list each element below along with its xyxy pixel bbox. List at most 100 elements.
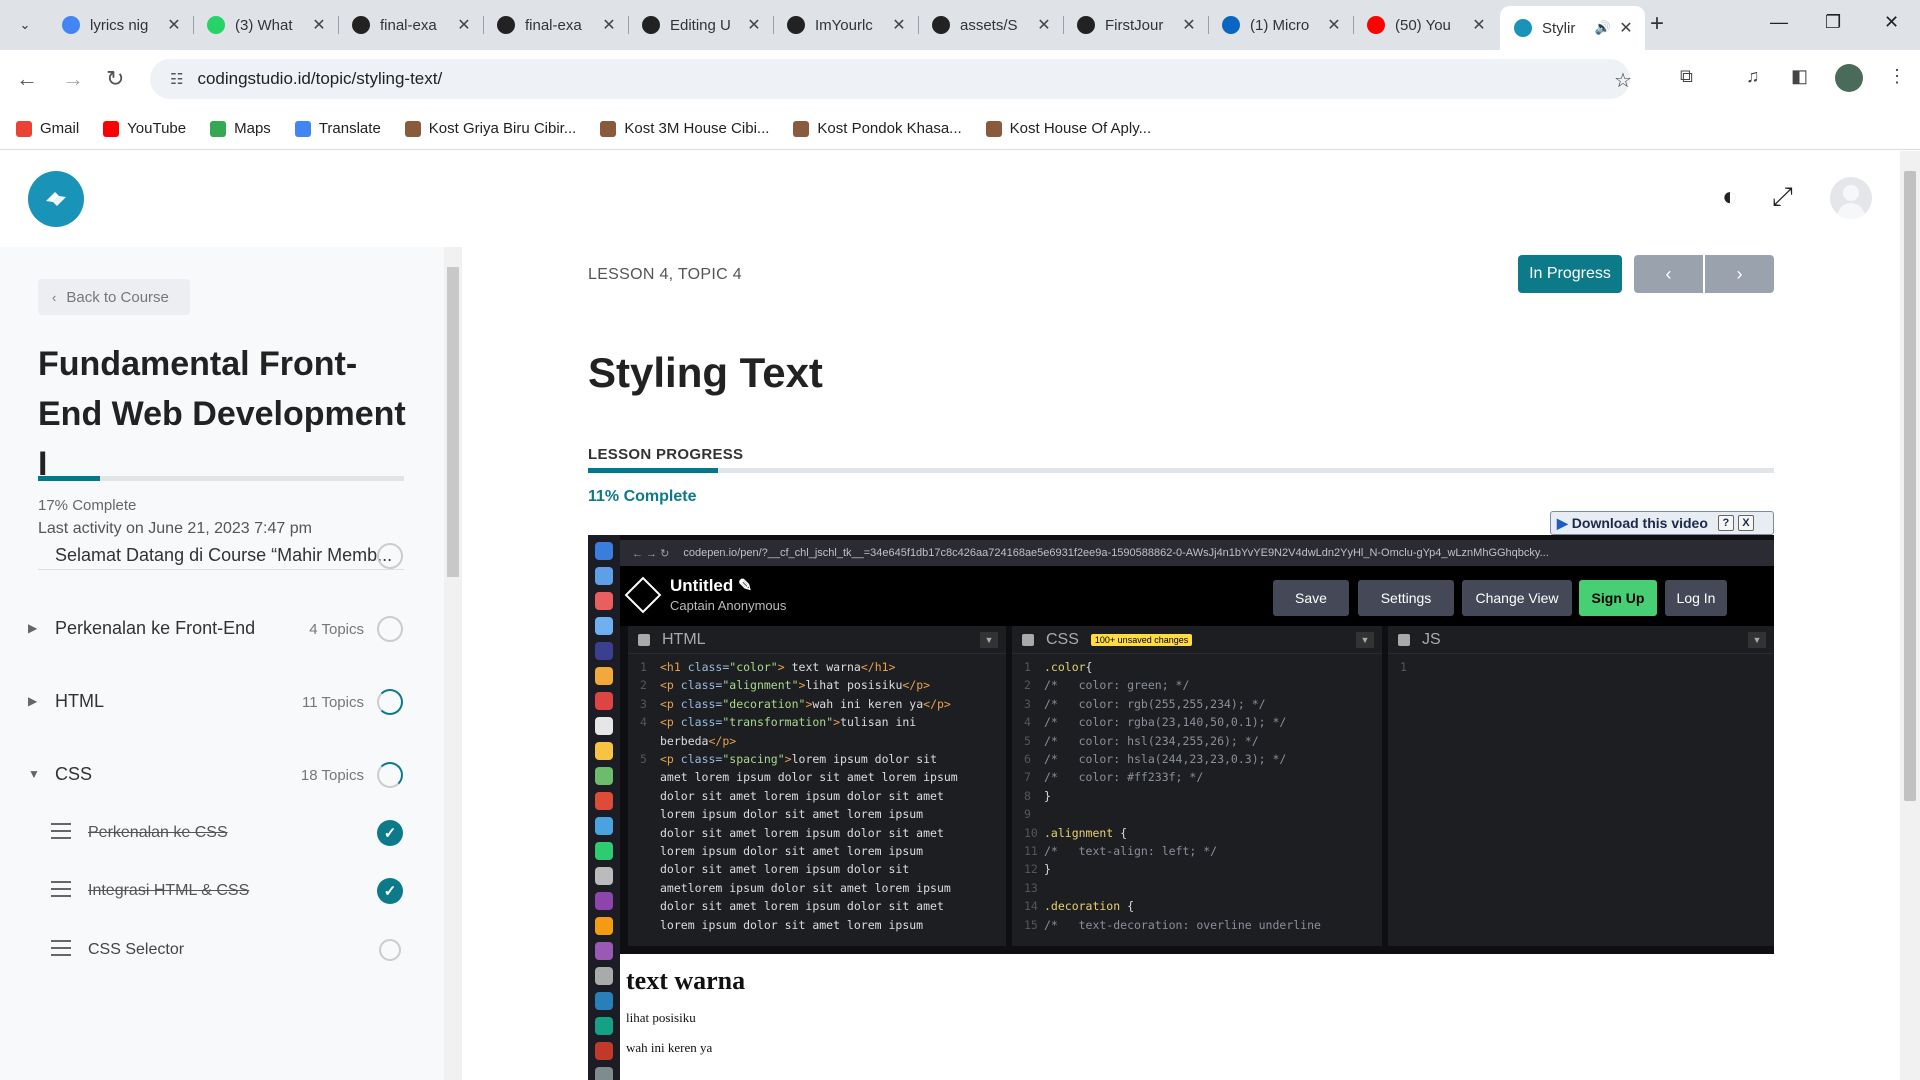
browser-tab[interactable]: ImYourlc ✕ [773,8,919,42]
menu-kebab-icon[interactable]: ⋮ [1888,66,1906,87]
browser-tab[interactable]: assets/S ✕ [918,8,1064,42]
dock-app-icon [595,817,613,835]
lesson-name: HTML [55,691,104,711]
lesson-item[interactable]: ▶ Perkenalan ke Front-End 4 Topics [0,599,440,659]
course-progress-bar [38,476,404,481]
tab-title: ImYourlc [815,16,873,34]
course-progress-fill [38,476,101,481]
breadcrumb: LESSON 4, TOPIC 4 [588,266,742,283]
bookmark-item[interactable]: Gmail [16,120,79,137]
close-tab-icon[interactable]: ✕ [1035,15,1053,35]
close-tab-icon[interactable]: ✕ [745,15,763,35]
caret-right-icon[interactable]: ▶ [28,621,37,635]
browser-tab[interactable]: (1) Micro ✕ [1208,8,1354,42]
dock-app-icon [595,967,613,985]
bookmark-label: Gmail [40,120,80,137]
help-icon[interactable]: ? [1717,515,1734,531]
in-progress-button[interactable]: In Progress [1518,255,1622,293]
caret-right-icon[interactable]: ▶ [28,694,37,708]
gear-icon [638,633,650,646]
extensions-icon[interactable]: ⧉ [1680,66,1693,87]
download-video-bar[interactable]: ▶ Download this video ? X [1550,511,1774,535]
restore-window-icon[interactable]: ❐ [1825,12,1841,33]
new-tab-button[interactable]: + [1650,12,1664,36]
bookmark-item[interactable]: Translate [294,120,381,137]
profile-avatar[interactable] [1835,64,1863,92]
topic-item[interactable]: CSS Selector [0,922,440,980]
codingstudio-logo[interactable] [28,171,84,227]
sidebar-scrollbar[interactable] [444,247,462,1080]
tab-title: lyrics nig [90,16,149,34]
js-pane-label: JS [1422,630,1441,648]
next-topic-button[interactable]: › [1705,255,1774,293]
whatsapp-icon [207,16,225,34]
topic-item[interactable]: Perkenalan ke CSS ✓ [0,805,440,863]
css-pane-label: CSS [1046,630,1079,648]
bookmark-item[interactable]: Kost 3M House Cibi... [600,120,769,137]
bookmark-item[interactable]: Maps [210,120,271,137]
minimize-window-icon[interactable]: — [1770,12,1788,33]
browser-tab[interactable]: (3) What ✕ [193,8,339,42]
close-tab-icon[interactable]: ✕ [1180,15,1198,35]
browser-tab[interactable]: final-exa ✕ [338,8,484,42]
browser-tab[interactable]: final-exa ✕ [483,8,629,42]
site-info-icon[interactable]: ☷ [170,70,183,88]
dark-mode-toggle-icon[interactable]: ◐ [1722,181,1738,212]
dock-app-icon [595,892,613,910]
address-bar[interactable]: ☷ codingstudio.id/topic/styling-text/ [150,59,1630,99]
browser-tab[interactable]: lyrics nig ✕ [48,8,194,42]
page-title: Styling Text [588,349,823,396]
browser-tab[interactable]: (50) You ✕ [1353,8,1498,42]
close-tab-icon[interactable]: ✕ [455,15,473,35]
close-tab-icon[interactable]: ✕ [1325,15,1343,35]
bookmark-star-icon[interactable]: ☆ [1614,68,1632,93]
reload-icon[interactable]: ↻ [106,66,124,92]
close-tab-icon[interactable]: ✕ [890,15,908,35]
dock-app-icon [595,767,613,785]
lesson-item[interactable]: Selamat Datang di Course “Mahir Memb... [0,526,440,586]
tab-title: (50) You [1395,16,1451,34]
youtube-icon [1367,16,1385,34]
forward-arrow-icon[interactable]: → [62,66,84,92]
page-scrollbar[interactable] [1900,151,1920,1080]
tab-search-button[interactable]: ⌄ [10,10,40,40]
user-avatar[interactable] [1830,177,1872,219]
bookmark-item[interactable]: Kost Pondok Khasa... [793,120,962,137]
codepen-author: Captain Anonymous [670,598,787,613]
youtube-icon [103,120,120,137]
close-window-icon[interactable]: ✕ [1884,12,1899,33]
chevron-down-icon: ▼ [1356,631,1374,648]
media-control-icon[interactable]: ♫ [1746,66,1760,87]
caret-down-icon[interactable]: ▼ [28,767,40,781]
close-tab-icon[interactable]: ✕ [310,15,328,35]
bookmark-item[interactable]: YouTube [103,120,186,137]
github-icon [787,16,805,34]
close-tab-icon[interactable]: ✕ [165,15,183,35]
close-tab-icon[interactable]: ✕ [1617,18,1635,38]
lesson-item[interactable]: ▼ CSS 18 Topics [0,745,440,805]
back-to-course-button[interactable]: ‹ Back to Course [38,279,190,315]
topic-status-circle [379,939,401,961]
browser-tab[interactable]: FirstJour ✕ [1063,8,1209,42]
bookmark-label: Maps [234,120,271,137]
back-arrow-icon[interactable]: ← [16,66,38,92]
result-heading: text warna [626,966,746,995]
close-tab-icon[interactable]: ✕ [600,15,618,35]
fullscreen-expand-icon[interactable]: ⤢ [1772,181,1793,213]
topic-item[interactable]: Integrasi HTML & CSS ✓ [0,863,440,921]
lesson-item[interactable]: ▶ HTML 11 Topics [0,672,440,732]
codepen-result-preview: text warna lihat posisiku wah ini keren … [620,954,1774,1080]
browser-tab[interactable]: Editing U ✕ [628,8,774,42]
browser-tab[interactable]: Stylir 🔊 ✕ [1500,6,1645,50]
speaker-icon[interactable]: 🔊 [1595,20,1611,36]
lesson-video[interactable]: ← → ↻ codepen.io/pen/?__cf_chl_jschl_tk_… [588,535,1774,1080]
chevron-down-icon: ▼ [980,631,998,648]
previous-topic-button[interactable]: ‹ [1634,255,1703,293]
close-icon[interactable]: X [1737,515,1754,531]
dock-app-icon [595,642,613,660]
bookmark-item[interactable]: Kost Griya Biru Cibir... [404,120,576,137]
side-panel-icon[interactable]: ◧ [1791,66,1808,87]
bookmark-item[interactable]: Kost House Of Aply... [985,120,1151,137]
close-tab-icon[interactable]: ✕ [1470,15,1488,35]
page-content: ◐ ⤢ ‹ Back to Course Fundamental Front-E… [0,151,1920,1080]
